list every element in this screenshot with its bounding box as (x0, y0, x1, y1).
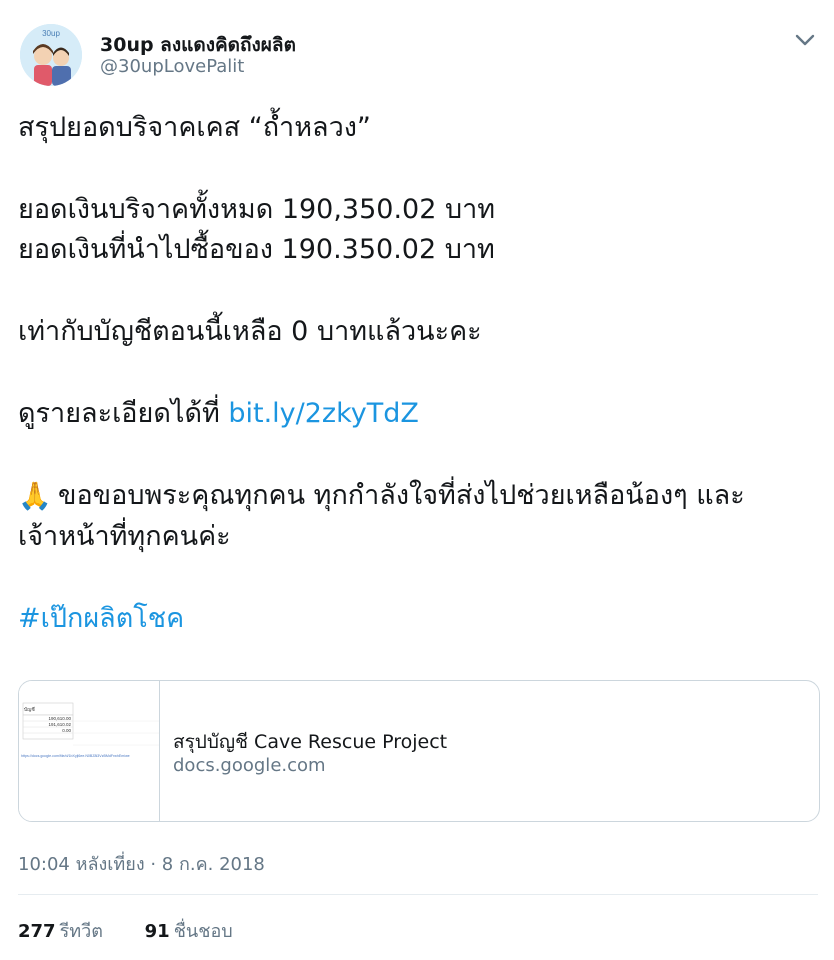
card-thumbnail: บัญชี 190,610.00 191,610.02 0.00 https:/… (19, 681, 160, 821)
likes-stat[interactable]: 91 ชื่นชอบ (145, 921, 233, 942)
likes-label: ชื่นชอบ (173, 921, 233, 942)
tweet-line: ยอดเงินบริจาคทั้งหมด 190,350.02 บาท (18, 194, 496, 225)
hashtag-link[interactable]: #เป๊กผลิตโชค (18, 603, 184, 634)
tweet-line: สรุปยอดบริจาคเคส “ถ้ำหลวง” (18, 112, 371, 143)
tweet-line: 🙏 ขอขอบพระคุณทุกคน ทุกกำลังใจที่ส่งไปช่วย… (18, 476, 818, 517)
card-domain: docs.google.com (173, 755, 326, 776)
short-link[interactable]: bit.ly/2zkyTdZ (228, 398, 419, 429)
svg-text:30up: 30up (42, 29, 60, 38)
tweet-line: เจ้าหน้าที่ทุกคนค่ะ (18, 520, 231, 552)
svg-text:บัญชี: บัญชี (24, 706, 35, 713)
tweet-text: สรุปยอดบริจาคเคส “ถ้ำหลวง” ยอดเงินบริจาค… (18, 108, 818, 639)
tweet-line: ยอดเงินที่นำไปซื้อของ 190.350.02 บาท (18, 234, 495, 265)
chevron-down-icon[interactable] (793, 30, 817, 50)
svg-text:https://docs.google.com/file/d: https://docs.google.com/file/d/1bXyjl6ee… (21, 754, 130, 758)
tweet-stats: 277 รีทวีต 91 ชื่นชอบ (18, 916, 269, 945)
retweets-stat[interactable]: 277 รีทวีต (18, 921, 103, 942)
folded-hands-icon: 🙏 (18, 480, 52, 512)
svg-text:0.00: 0.00 (62, 728, 71, 733)
hashtag-line: #เป๊กผลิตโชค (18, 599, 818, 639)
tweet-line: เท่ากับบัญชีตอนนี้เหลือ 0 บาทแล้วนะคะ (18, 316, 482, 347)
card-title: สรุปบัญชี Cave Rescue Project (173, 731, 448, 753)
avatar-illustration: 30up (20, 24, 82, 86)
tweet-text-prefix: ดูรายละเอียดได้ที่ (18, 398, 229, 429)
tweet-line-text: ขอขอบพระคุณทุกคน ทุกกำลังใจที่ส่งไปช่วยเ… (58, 480, 745, 511)
avatar[interactable]: 30up (20, 24, 82, 86)
likes-count: 91 (144, 921, 170, 942)
user-handle[interactable]: @30upLovePalit (100, 56, 244, 77)
link-card[interactable]: บัญชี 190,610.00 191,610.02 0.00 https:/… (18, 680, 820, 822)
svg-text:191,610.02: 191,610.02 (48, 722, 71, 727)
tweet-line: ดูรายละเอียดได้ที่ bit.ly/2zkyTdZ (18, 394, 818, 434)
retweets-count: 277 (18, 921, 56, 942)
retweets-label: รีทวีต (59, 921, 103, 942)
svg-text:190,610.00: 190,610.00 (48, 716, 71, 721)
tweet-timestamp[interactable]: 10:04 หลังเที่ยง · 8 ก.ค. 2018 (18, 849, 265, 878)
divider (18, 894, 818, 895)
